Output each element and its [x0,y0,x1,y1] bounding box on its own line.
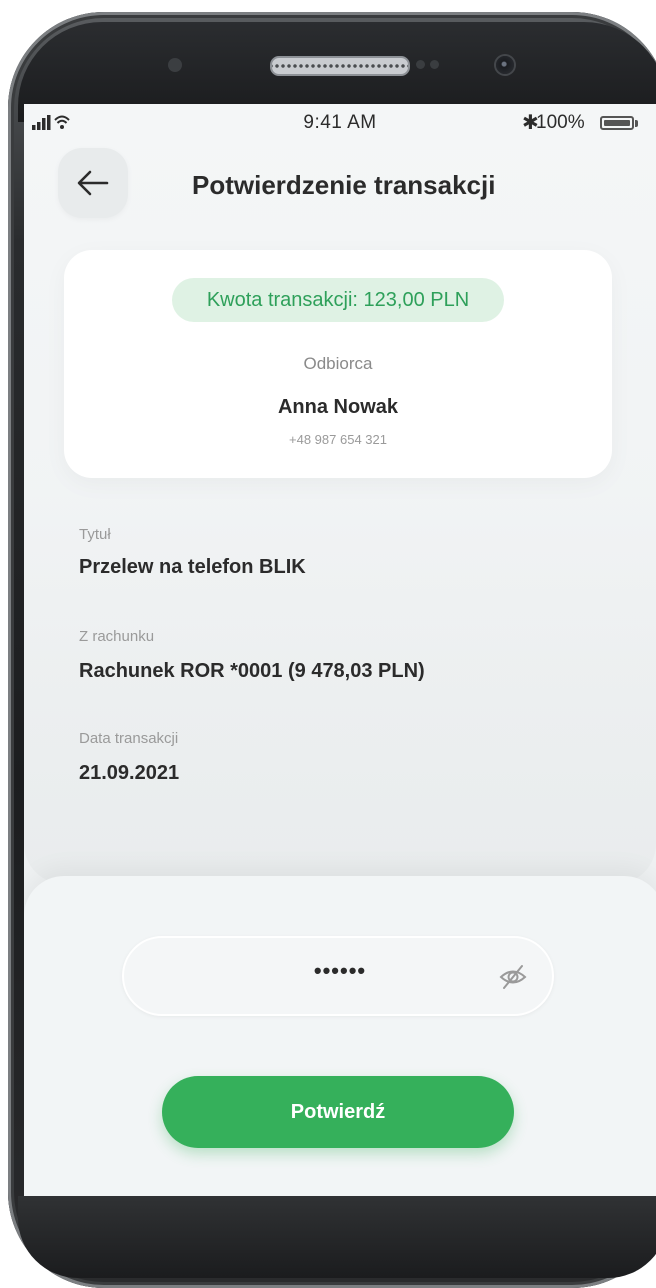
status-bar: 9:41 AM ✱ 100% [24,104,656,140]
account-value: Rachunek ROR *0001 (9 478,03 PLN) [79,660,425,682]
amount-badge: Kwota transakcji: 123,00 PLN [172,278,504,322]
recipient-name: Anna Nowak [277,396,399,418]
eye-off-icon[interactable] [498,962,528,992]
phone-bottom-bezel [18,1196,656,1278]
battery-icon [600,116,634,130]
back-button[interactable] [58,148,128,218]
recipient-phone: +48 987 654 321 [289,432,387,447]
sensor-dot [430,60,439,69]
date-value: 21.09.2021 [79,762,180,784]
details-section [24,494,656,884]
date-label: Data transakcji [79,730,179,747]
app-screen: 9:41 AM ✱ 100% Potwierdzenie transakcji … [24,104,656,1196]
page-title: Potwierdzenie transakcji [192,170,496,200]
arrow-left-icon [77,170,109,196]
page-header: Potwierdzenie transakcji [24,140,656,224]
earpiece-speaker [270,56,410,76]
title-label: Tytuł [79,526,111,543]
confirm-button[interactable]: Potwierdź [162,1076,514,1148]
confirmation-panel [24,876,656,1196]
password-input[interactable]: •••••• [122,936,554,1016]
password-value: •••••• [313,958,367,983]
transaction-summary-card: Kwota transakcji: 123,00 PLN Odbiorca An… [64,250,612,478]
sensor-dot [416,60,425,69]
front-camera [496,56,514,74]
recipient-label: Odbiorca [303,354,373,373]
proximity-sensor [168,58,182,72]
account-label: Z rachunku [79,628,155,645]
title-value: Przelew na telefon BLIK [79,556,306,578]
battery-percent: 100% [536,112,585,133]
battery-cap [635,120,638,127]
